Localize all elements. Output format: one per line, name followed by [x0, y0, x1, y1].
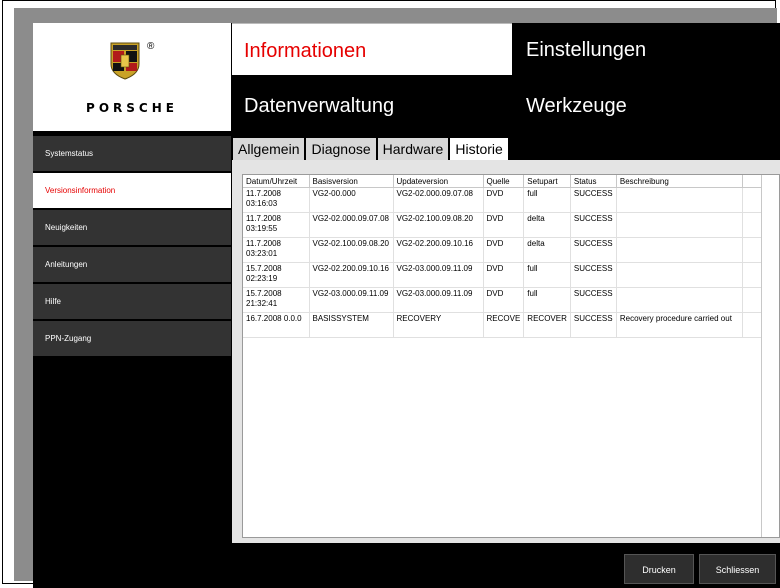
nav-datenverwaltung[interactable]: Datenverwaltung [232, 79, 512, 131]
table-row[interactable]: 11.7.2008 03:23:01 VG2-02.100.09.08.20 VG2-… [243, 237, 778, 263]
table-cell [616, 187, 743, 213]
table-row[interactable]: 15.7.2008 02:23:19 VG2-02.200.09.10.16 VG2-… [243, 262, 778, 288]
brand-wordmark: PORSCHE [86, 101, 178, 115]
outer-frame: ® PORSCHE Informationen Einstellungen Da… [2, 0, 780, 588]
nav-einstellungen[interactable]: Einstellungen [514, 23, 780, 75]
column-header[interactable]: Beschreibung [616, 175, 743, 188]
column-header[interactable]: Quelle [483, 175, 525, 188]
column-header[interactable]: Setupart [523, 175, 571, 188]
close-button[interactable]: Schliessen [699, 554, 776, 584]
porsche-crest-icon [110, 42, 140, 80]
table-row[interactable]: 15.7.2008 21:32:41 VG2-03.000.09.11.09 VG2-… [243, 287, 778, 313]
app-content: ® PORSCHE Informationen Einstellungen Da… [33, 23, 780, 588]
sidebar-item-anleitungen[interactable]: Anleitungen [33, 247, 231, 282]
table-cell: 16.7.2008 0.0.0 [243, 312, 310, 338]
table-cell: BASISSYSTEM [309, 312, 394, 338]
tab-historie[interactable]: Historie [450, 138, 508, 160]
table-cell: delta [523, 212, 571, 238]
table-cell: SUCCESS [570, 187, 617, 213]
table-cell: DVD [483, 187, 525, 213]
table-cell: delta [523, 237, 571, 263]
table-cell: 15.7.2008 02:23:19 [243, 262, 310, 288]
table-cell: VG2-03.000.09.11.09 [393, 287, 484, 313]
sidebar: Systemstatus Versionsinformation Neuigke… [33, 136, 231, 358]
table-cell [616, 262, 743, 288]
nav-informationen[interactable]: Informationen [232, 23, 512, 75]
table-cell: 11.7.2008 03:23:01 [243, 237, 310, 263]
table-cell: DVD [483, 262, 525, 288]
sidebar-item-versionsinformation[interactable]: Versionsinformation [33, 173, 231, 208]
table-row[interactable]: 16.7.2008 0.0.0 BASISSYSTEM RECOVERY RECOVE… [243, 312, 778, 338]
table-cell: DVD [483, 212, 525, 238]
history-panel: Datum/Uhrzeit Basisversion Updateversion… [232, 160, 780, 543]
tab-bar: Allgemein Diagnose Hardware Historie [233, 138, 510, 160]
print-button[interactable]: Drucken [624, 554, 694, 584]
table-cell: full [523, 262, 571, 288]
table-cell: 15.7.2008 21:32:41 [243, 287, 310, 313]
table-cell: RECOVER [523, 312, 571, 338]
table-cell: SUCCESS [570, 237, 617, 263]
table-header-row: Datum/Uhrzeit Basisversion Updateversion… [243, 175, 778, 188]
table-cell: VG2-00.000 [309, 187, 394, 213]
table-cell: VG2-02.000.09.07.08 [393, 187, 484, 213]
application-window: ® PORSCHE Informationen Einstellungen Da… [14, 8, 780, 588]
tab-diagnose[interactable]: Diagnose [306, 138, 376, 160]
table-cell: Recovery procedure carried out [616, 312, 743, 338]
history-table: Datum/Uhrzeit Basisversion Updateversion… [243, 175, 778, 338]
table-cell: RECOVERY [393, 312, 484, 338]
table-cell: 11.7.2008 03:16:03 [243, 187, 310, 213]
table-cell: SUCCESS [570, 262, 617, 288]
sidebar-item-neuigkeiten[interactable]: Neuigkeiten [33, 210, 231, 245]
table-cell [616, 287, 743, 313]
table-cell: VG2-03.000.09.11.09 [393, 262, 484, 288]
table-cell: VG2-02.000.09.07.08 [309, 212, 394, 238]
table-cell: DVD [483, 287, 525, 313]
table-cell: DVD [483, 237, 525, 263]
vertical-scrollbar[interactable] [761, 175, 779, 537]
table-cell: SUCCESS [570, 312, 617, 338]
table-cell: VG2-03.000.09.11.09 [309, 287, 394, 313]
column-header[interactable]: Status [570, 175, 617, 188]
table-row[interactable]: 11.7.2008 03:19:55 VG2-02.000.09.07.08 VG2-… [243, 212, 778, 238]
column-header[interactable]: Datum/Uhrzeit [243, 175, 310, 188]
column-header[interactable]: Updateversion [393, 175, 484, 188]
brand-area: ® PORSCHE [33, 23, 231, 131]
table-cell: full [523, 187, 571, 213]
sidebar-item-systemstatus[interactable]: Systemstatus [33, 136, 231, 171]
column-header[interactable]: Basisversion [309, 175, 394, 188]
tab-allgemein[interactable]: Allgemein [233, 138, 305, 160]
tab-hardware[interactable]: Hardware [377, 138, 449, 160]
table-cell: VG2-02.200.09.10.16 [309, 262, 394, 288]
table-cell [616, 237, 743, 263]
table-cell: SUCCESS [570, 212, 617, 238]
registered-mark: ® [147, 41, 155, 52]
table-cell: VG2-02.100.09.08.20 [309, 237, 394, 263]
history-table-container: Datum/Uhrzeit Basisversion Updateversion… [242, 174, 780, 538]
table-row[interactable]: 11.7.2008 03:16:03 VG2-00.000 VG2-02.000.09… [243, 187, 778, 213]
history-table-body: 11.7.2008 03:16:03 VG2-00.000 VG2-02.000.09… [243, 187, 778, 338]
sidebar-item-ppn-zugang[interactable]: PPN-Zugang [33, 321, 231, 356]
sidebar-item-hilfe[interactable]: Hilfe [33, 284, 231, 319]
table-cell: SUCCESS [570, 287, 617, 313]
table-cell: VG2-02.200.09.10.16 [393, 237, 484, 263]
table-cell: RECOVE [483, 312, 525, 338]
table-cell [616, 212, 743, 238]
table-cell: 11.7.2008 03:19:55 [243, 212, 310, 238]
table-cell: full [523, 287, 571, 313]
nav-werkzeuge[interactable]: Werkzeuge [514, 79, 780, 131]
table-cell: VG2-02.100.09.08.20 [393, 212, 484, 238]
